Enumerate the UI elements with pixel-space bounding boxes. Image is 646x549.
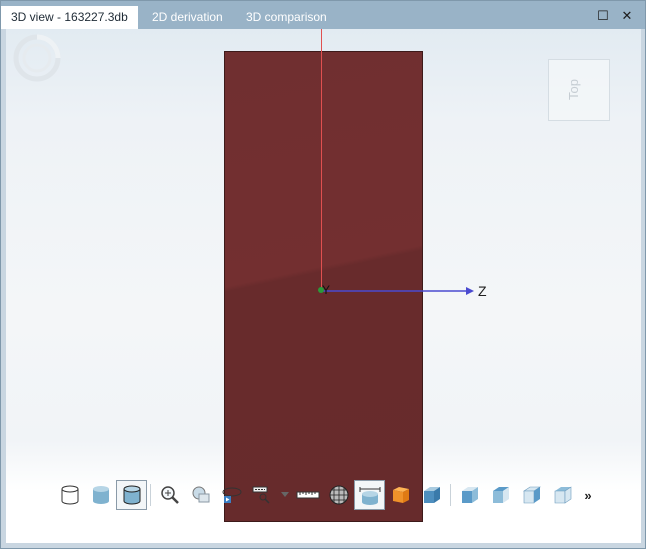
vertical-axis-line [321, 29, 322, 291]
mesh-button[interactable] [323, 480, 354, 510]
z-axis-label: Z [478, 283, 487, 299]
toolbar-separator [450, 484, 451, 506]
shaded-edges-cylinder-icon [123, 485, 140, 505]
orange-cube-icon [392, 487, 409, 503]
section-cut-icon [252, 486, 270, 504]
iso-view-1-button[interactable] [454, 480, 485, 510]
toolbar-overflow-button[interactable]: » [578, 488, 598, 503]
3d-viewport[interactable]: Top Y Z » [6, 29, 641, 543]
iso-view-1-icon [461, 487, 478, 503]
window-controls: ☐ ✕ [591, 7, 639, 25]
section-cut-button[interactable] [247, 480, 278, 510]
section-cut-dropdown[interactable] [278, 480, 292, 510]
view-toolbar: » [54, 477, 598, 513]
orbit-button[interactable] [216, 480, 247, 510]
tab-bar: 3D view - 163227.3db 2D derivation 3D co… [1, 1, 645, 29]
y-axis-label: Y [322, 283, 331, 297]
zoom-window-button[interactable] [185, 480, 216, 510]
iso-view-3-button[interactable] [516, 480, 547, 510]
orange-cube-button[interactable] [385, 480, 416, 510]
ruler-button[interactable] [292, 480, 323, 510]
chevron-down-icon [281, 492, 289, 497]
iso-view-4-icon [554, 486, 571, 504]
front-view-icon [423, 487, 440, 503]
ruler-icon [296, 491, 319, 499]
dimension-view-icon [359, 487, 380, 505]
view-cube-label: Top [565, 79, 581, 100]
tab-3d-view[interactable]: 3D view - 163227.3db [1, 6, 138, 29]
orbit-icon [222, 487, 241, 503]
view-cube[interactable]: Top [548, 59, 610, 121]
front-view-button[interactable] [416, 480, 447, 510]
iso-view-2-icon [492, 487, 509, 503]
shaded-edges-cylinder-button[interactable] [116, 480, 147, 510]
zoom-icon [160, 486, 179, 504]
iso-view-4-button[interactable] [547, 480, 578, 510]
toolbar-separator [150, 484, 151, 506]
wireframe-cylinder-button[interactable] [54, 480, 85, 510]
dimension-view-button[interactable] [354, 480, 385, 510]
navigation-ring-icon[interactable] [13, 34, 61, 82]
wireframe-cylinder-icon [61, 485, 78, 505]
tab-3d-comparison[interactable]: 3D comparison [236, 6, 337, 29]
mesh-sphere-icon [329, 485, 348, 505]
close-button[interactable]: ✕ [615, 7, 639, 25]
maximize-button[interactable]: ☐ [591, 7, 615, 25]
z-axis-arrow-icon [322, 287, 474, 295]
shaded-cylinder-icon [92, 486, 109, 504]
3d-view-window: 3D view - 163227.3db 2D derivation 3D co… [0, 0, 646, 549]
shaded-cylinder-button[interactable] [85, 480, 116, 510]
iso-view-3-icon [522, 486, 541, 504]
tab-2d-derivation[interactable]: 2D derivation [142, 6, 233, 29]
zoom-window-icon [192, 486, 209, 503]
zoom-button[interactable] [154, 480, 185, 510]
iso-view-2-button[interactable] [485, 480, 516, 510]
